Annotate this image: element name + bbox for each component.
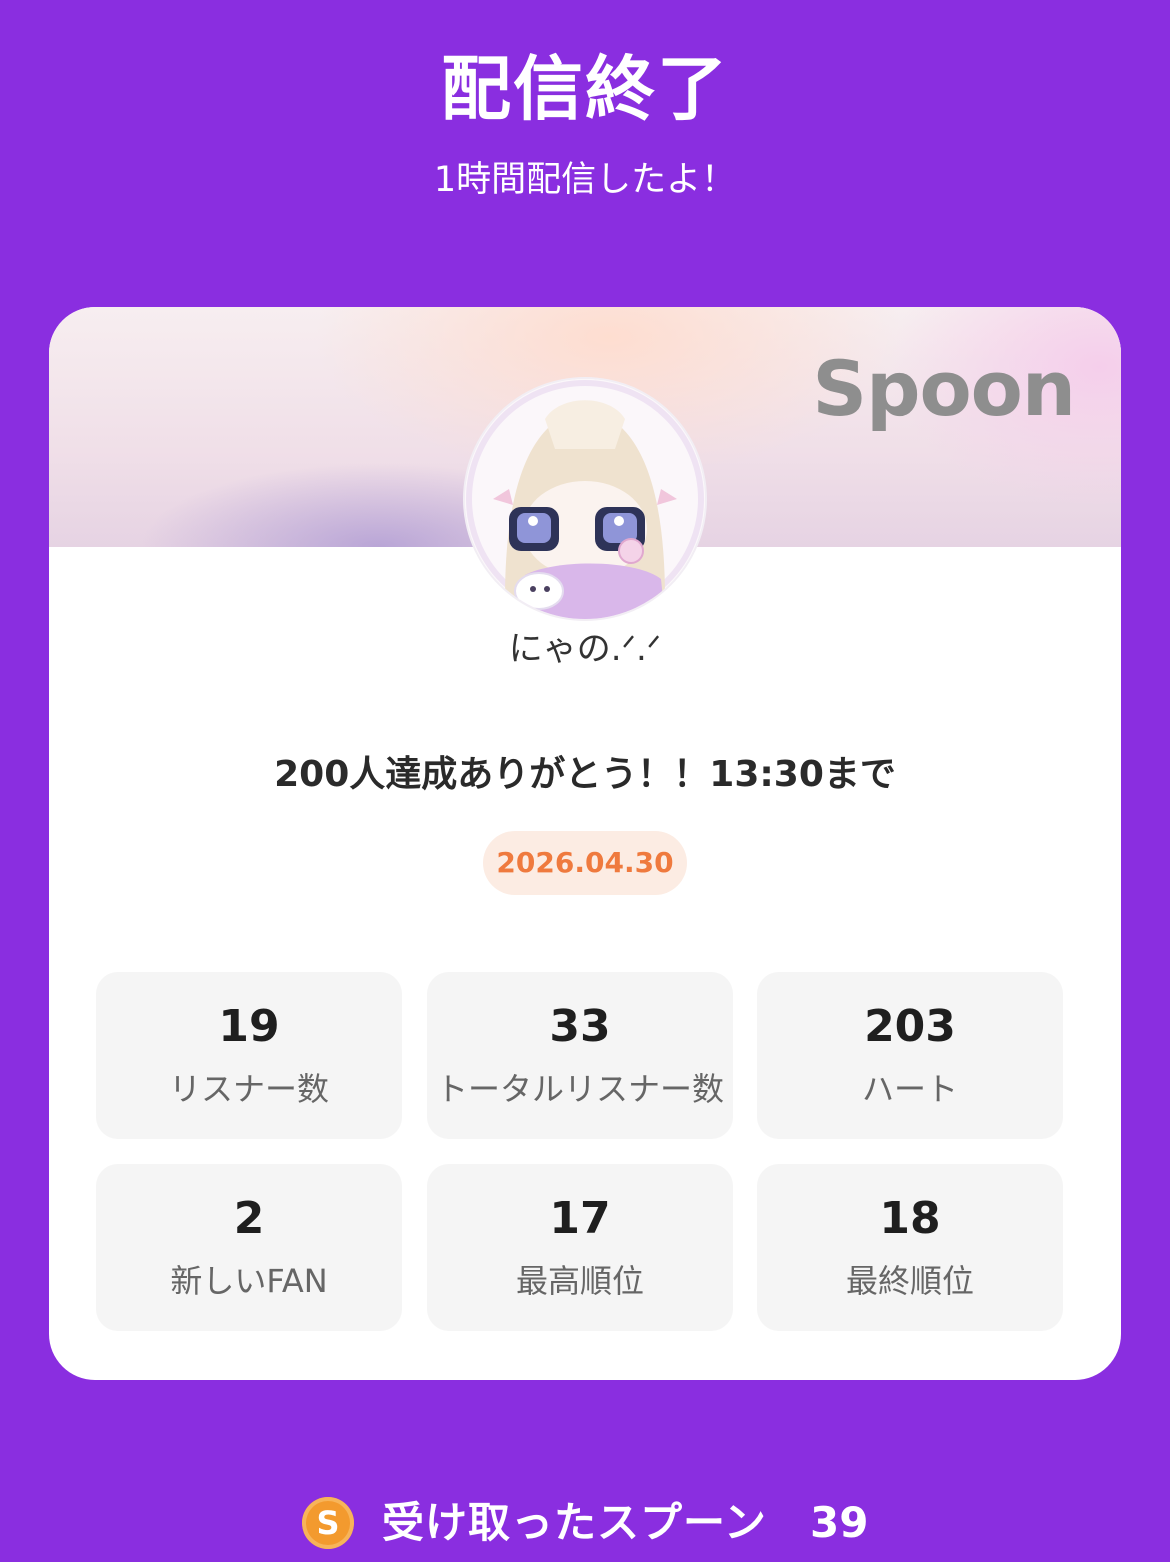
stat-label: 新しいFAN [170, 1262, 328, 1300]
stat-label: トータルリスナー数 [435, 1070, 724, 1108]
stat-label: リスナー数 [168, 1070, 329, 1108]
live-title: 200人達成ありがとう！！13:30まで [274, 754, 896, 795]
stat-final-rank: 18 最終順位 [757, 1164, 1063, 1331]
spoons-received: S 受け取ったスプーン 39 [0, 1490, 1170, 1560]
stat-value: 19 [218, 1001, 280, 1052]
user-avatar [465, 379, 705, 619]
spoons-received-count: 39 [810, 1498, 869, 1547]
page-title: 配信終了 [441, 48, 729, 130]
username: にゃの.ᐟ.ᐟ [508, 629, 662, 669]
page-subtitle: 1時間配信したよ！ [433, 160, 737, 200]
stat-value: 2 [233, 1193, 265, 1244]
stat-label: ハート [861, 1070, 958, 1108]
stat-label: 最高順位 [515, 1262, 644, 1300]
stat-value: 33 [549, 1001, 611, 1052]
stat-value: 203 [864, 1001, 956, 1052]
stat-value: 18 [879, 1193, 941, 1244]
broadcast-summary-card: Spoon にゃの.ᐟ.ᐟ 200人達成ありがとう！！13:30まで 2026.… [49, 307, 1121, 1380]
stat-label: 最終順位 [845, 1262, 974, 1300]
stat-value: 17 [549, 1193, 611, 1244]
stat-listeners: 19 リスナー数 [96, 972, 402, 1139]
date-badge: 2026.04.30 [483, 831, 687, 895]
spoons-received-label: 受け取ったスプーン [382, 1498, 767, 1547]
stat-best-rank: 17 最高順位 [427, 1164, 733, 1331]
spoon-coin-icon: S [302, 1497, 354, 1549]
stat-total-listeners: 33 トータルリスナー数 [427, 972, 733, 1139]
stat-new-fans: 2 新しいFAN [96, 1164, 402, 1331]
avatar-illustration-icon [465, 379, 705, 619]
stat-hearts: 203 ハート [757, 972, 1063, 1139]
spoon-logo: Spoon [812, 344, 1076, 433]
